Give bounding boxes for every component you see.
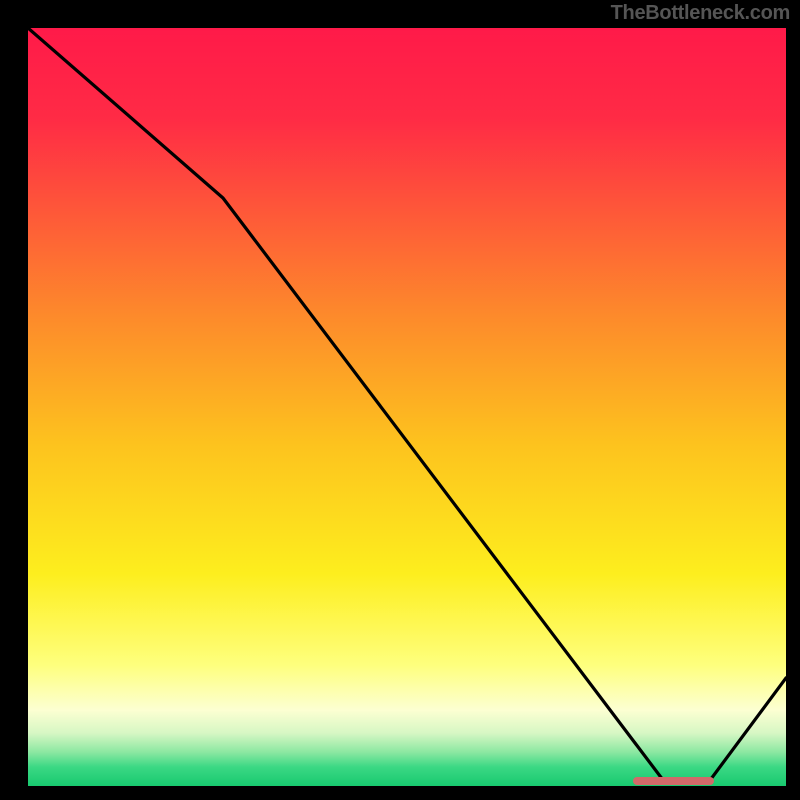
optimal-range-marker: [633, 777, 714, 785]
bottleneck-curve: [28, 28, 786, 786]
chart-container: TheBottleneck.com: [0, 0, 800, 800]
attribution-text: TheBottleneck.com: [611, 2, 790, 25]
plot-area: [28, 28, 786, 786]
